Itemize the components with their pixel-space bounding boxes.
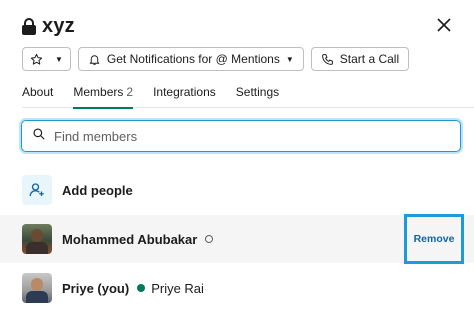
notifications-button[interactable]: Get Notifications for @ Mentions ▼: [77, 47, 304, 71]
start-call-label: Start a Call: [339, 52, 400, 66]
member-display-name: Priye Rai: [151, 280, 204, 296]
avatar: [22, 224, 52, 254]
channel-tabs: About Members 2 Integrations Settings: [22, 84, 474, 109]
member-name: Priye (you): [62, 280, 130, 296]
tab-members[interactable]: Members 2: [73, 84, 134, 109]
chevron-down-icon: ▼: [55, 54, 63, 64]
add-people-label: Add people: [62, 182, 133, 198]
star-button[interactable]: ▼: [22, 47, 71, 71]
lock-icon: [22, 18, 36, 35]
channel-header: xyz: [22, 12, 75, 40]
search-icon: [32, 127, 46, 146]
channel-title: xyz: [42, 14, 75, 37]
member-name: Mohammed Abubakar: [62, 231, 198, 247]
tab-integrations[interactable]: Integrations: [153, 84, 216, 108]
member-row[interactable]: Mohammed Abubakar: [0, 215, 474, 263]
member-row[interactable]: Priye (you) Priye Rai: [0, 266, 474, 310]
status-active-icon: [137, 284, 146, 292]
chevron-down-icon: ▼: [285, 54, 294, 64]
search-box: [21, 120, 461, 152]
phone-icon: [321, 53, 334, 66]
notifications-label: Get Notifications for @ Mentions: [106, 52, 280, 66]
tab-settings[interactable]: Settings: [236, 84, 279, 108]
remove-highlight: Remove: [404, 214, 464, 264]
channel-toolbar: ▼ Get Notifications for @ Mentions ▼ Sta…: [22, 47, 410, 71]
bell-icon: [88, 53, 101, 66]
status-away-icon: [205, 235, 214, 243]
remove-button[interactable]: Remove: [414, 233, 455, 245]
start-call-button[interactable]: Start a Call: [310, 47, 410, 71]
members-count: 2: [126, 85, 134, 99]
add-person-icon: [22, 175, 52, 205]
avatar: [22, 273, 52, 303]
add-people-button[interactable]: Add people: [22, 174, 133, 206]
star-icon: [30, 53, 43, 66]
search-input[interactable]: [54, 128, 434, 144]
close-icon[interactable]: [434, 15, 454, 35]
tab-about[interactable]: About: [22, 84, 53, 108]
